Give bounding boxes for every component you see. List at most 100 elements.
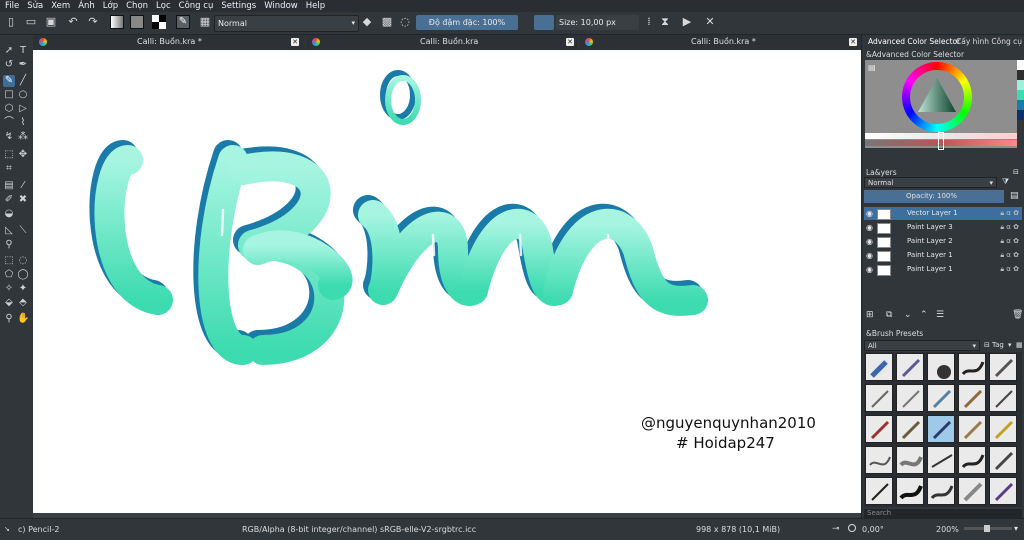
move-up-icon[interactable]: ⌃ [920, 310, 928, 320]
move-down-icon[interactable]: ⌄ [904, 310, 912, 320]
ellipse-select-icon[interactable]: ◌ [17, 255, 29, 267]
menu-window[interactable]: Window [260, 1, 302, 11]
move-tool-icon[interactable]: ✥ [17, 149, 29, 161]
freehand-brush-icon[interactable]: ✎ [3, 75, 15, 87]
menu-view[interactable]: Xem [47, 1, 74, 11]
brush-preset[interactable] [958, 384, 986, 412]
reference-tool-icon[interactable]: ⚲ [3, 239, 15, 251]
calligraphy-icon[interactable]: ✒ [17, 59, 29, 71]
color-selector-panel[interactable]: ▤ [865, 60, 1017, 150]
brush-search-input[interactable]: Search [864, 509, 1022, 518]
menu-help[interactable]: Help [302, 1, 329, 11]
angle-dial-icon[interactable] [848, 524, 856, 532]
multibrush-icon[interactable]: ⁂ [17, 131, 29, 143]
brush-preset[interactable] [896, 446, 924, 474]
color-history-strip[interactable] [1017, 60, 1024, 148]
fill-tool-icon[interactable]: ◒ [3, 208, 15, 220]
assistant-tool-icon[interactable]: ◺ [3, 225, 15, 237]
brush-preset[interactable] [927, 477, 955, 505]
mirror-vertical-icon[interactable]: ▶ [680, 15, 694, 29]
polygon-select-icon[interactable]: ⬠ [3, 269, 15, 281]
layer-row[interactable]: ◉ Paint Layer 1 🔒︎ α ✿ [864, 263, 1022, 276]
menu-edit[interactable]: Sửa [23, 1, 47, 11]
transform-tool-icon[interactable]: ⬚ [3, 149, 15, 161]
bezier-select-icon[interactable]: ⬙ [3, 297, 15, 309]
grid-icon[interactable]: ▦ [1016, 341, 1023, 349]
new-file-icon[interactable]: ▯ [4, 15, 18, 29]
menu-file[interactable]: File [0, 1, 23, 11]
brush-preset[interactable] [958, 477, 986, 505]
bezier-tool-icon[interactable]: ⌒ [3, 117, 15, 129]
brush-preset[interactable] [896, 353, 924, 381]
gradient-tool-icon[interactable]: ▤ [3, 180, 15, 192]
pattern-swatch-icon[interactable] [130, 15, 144, 29]
menu-image[interactable]: Ảnh [74, 1, 99, 11]
brush-preset[interactable] [989, 384, 1017, 412]
undo-icon[interactable]: ↶ [66, 15, 80, 29]
visibility-icon[interactable]: ◉ [866, 251, 873, 260]
color-picker-icon[interactable]: ⁄ [17, 180, 29, 192]
tab-tool-options[interactable]: Cấy hình Công cụ [956, 35, 1022, 49]
line-tool-icon[interactable]: ╱ [17, 75, 29, 87]
duplicate-layer-icon[interactable]: ⧉ [886, 310, 892, 320]
menu-settings[interactable]: Settings [217, 1, 260, 11]
similar-select-icon[interactable]: ✦ [17, 283, 29, 295]
menu-select[interactable]: Chọn [122, 1, 152, 11]
brush-preset[interactable] [958, 446, 986, 474]
visibility-icon[interactable]: ◉ [866, 223, 873, 232]
pan-tool-icon[interactable]: ✋ [17, 313, 29, 325]
expand-icon[interactable]: ⊟ [1013, 168, 1019, 176]
brush-preset[interactable] [989, 477, 1017, 505]
tab-advanced-color-selector[interactable]: Advanced Color Selector [868, 35, 960, 49]
layer-lock-icon[interactable]: 🔒︎ α ✿ [1000, 235, 1019, 248]
visibility-icon[interactable]: ◉ [866, 265, 873, 274]
layer-row[interactable]: ◉ Paint Layer 2 🔒︎ α ✿ [864, 235, 1022, 248]
ellipse-tool-icon[interactable]: ○ [17, 89, 29, 101]
open-file-icon[interactable]: ▭ [24, 15, 38, 29]
close-icon[interactable]: ✕ [703, 15, 717, 29]
close-icon[interactable]: ✕ [849, 38, 857, 46]
brush-preset[interactable] [989, 415, 1017, 443]
gradient-swatch-icon[interactable] [110, 15, 124, 29]
flow-slider[interactable] [534, 15, 554, 30]
measure-tool-icon[interactable]: ⟍ [17, 225, 29, 237]
brush-preset[interactable] [927, 353, 955, 381]
colorize-mask-icon[interactable]: ✐ [3, 194, 15, 206]
crop-tool-icon[interactable]: ⌗ [3, 163, 15, 175]
preserve-alpha-icon[interactable]: ▩ [380, 15, 394, 29]
chevron-down-icon[interactable]: ▾ [1014, 524, 1018, 533]
text-tool-icon[interactable]: T [17, 45, 29, 57]
slider-handle[interactable] [938, 132, 944, 150]
grid-icon[interactable]: ▦ [198, 15, 212, 29]
opacity-slider[interactable]: Độ đậm đặc: 100% [416, 15, 518, 30]
layer-opacity-slider[interactable]: Opacity: 100% [864, 190, 1004, 203]
brush-preset[interactable] [865, 415, 893, 443]
hue-ring[interactable] [902, 62, 972, 132]
size-slider[interactable]: Size: 10,00 px [556, 15, 639, 30]
brush-preset[interactable] [865, 477, 893, 505]
brush-preset[interactable] [989, 353, 1017, 381]
layer-lock-icon[interactable]: 🔒︎ α ✿ [1000, 221, 1019, 234]
zoom-slider-handle[interactable] [984, 525, 990, 532]
layer-blend-select[interactable]: Normal ▾ [864, 177, 997, 188]
filter-icon[interactable]: ⧩ [1002, 177, 1009, 187]
brush-preset[interactable] [958, 415, 986, 443]
menu-filter[interactable]: Lọc [152, 1, 175, 11]
edit-shapes-icon[interactable]: ↺ [3, 59, 15, 71]
zoom-tool-icon[interactable]: ⚲ [3, 313, 15, 325]
select-shapes-icon[interactable]: ➚ [3, 45, 15, 57]
rect-select-icon[interactable]: ⬚ [3, 255, 15, 267]
layer-properties-icon[interactable]: ▤ [1010, 191, 1019, 201]
tab-document-3[interactable]: Calli: Buồn.kra * ✕ [579, 35, 861, 51]
polygon-tool-icon[interactable]: ⬡ [3, 103, 15, 115]
wrap-icon[interactable]: ◌ [398, 15, 412, 29]
delete-layer-icon[interactable]: 🗑︎ [1012, 310, 1023, 320]
brush-tag-button[interactable]: Tag [992, 341, 1004, 349]
menu-layer[interactable]: Lớp [99, 1, 122, 11]
brush-preset[interactable] [927, 384, 955, 412]
saturation-triangle[interactable] [914, 74, 960, 120]
mirror-horizontal-icon[interactable]: ⧗ [658, 15, 672, 29]
brush-preset[interactable] [896, 477, 924, 505]
polyline-tool-icon[interactable]: ▷ [17, 103, 29, 115]
settings-icon[interactable]: ▤ [868, 63, 876, 72]
